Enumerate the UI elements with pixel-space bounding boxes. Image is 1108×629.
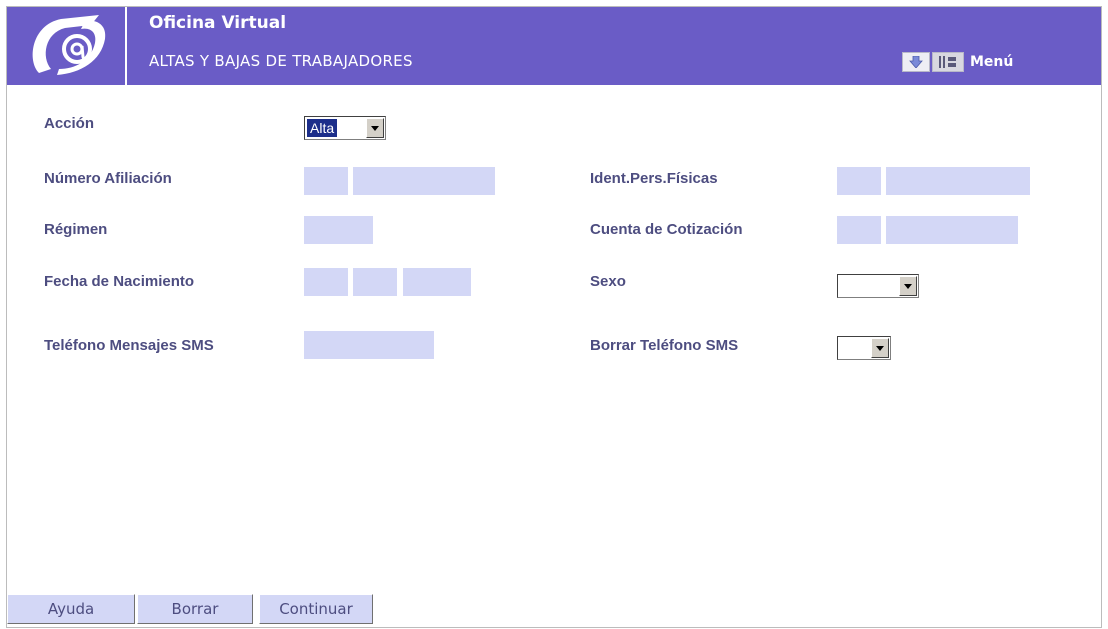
- regimen-field[interactable]: [304, 216, 373, 244]
- fecha-nacimiento-label: Fecha de Nacimiento: [44, 273, 195, 290]
- down-arrow-icon[interactable]: [902, 52, 930, 72]
- borrar-button[interactable]: Borrar: [137, 594, 253, 624]
- accion-label: Acción: [44, 115, 95, 132]
- continuar-button[interactable]: Continuar: [259, 594, 373, 624]
- fecha-nacimiento-year-field[interactable]: [403, 268, 471, 296]
- header-divider: [125, 7, 127, 85]
- numero-afiliacion-field-2[interactable]: [353, 167, 495, 195]
- borrar-telefono-sms-select[interactable]: [837, 336, 891, 360]
- tools-icon[interactable]: [932, 52, 964, 72]
- menu-button[interactable]: Menú: [902, 50, 1013, 74]
- at-sign-logo-icon: [21, 11, 115, 81]
- telefono-sms-label: Teléfono Mensajes SMS: [44, 337, 214, 354]
- numero-afiliacion-label: Número Afiliación: [44, 170, 172, 187]
- accion-selected-value: Alta: [305, 118, 339, 138]
- cuenta-cotizacion-field-2[interactable]: [886, 216, 1018, 244]
- ident-pers-fisicas-label: Ident.Pers.Físicas: [590, 170, 718, 187]
- ident-pers-fisicas-field-1[interactable]: [837, 167, 881, 195]
- accion-select[interactable]: Alta: [304, 116, 386, 140]
- telefono-sms-field[interactable]: [304, 331, 434, 359]
- app-title: Oficina Virtual: [149, 13, 287, 33]
- application-window: Oficina Virtual ALTAS Y BAJAS DE TRABAJA…: [6, 6, 1102, 628]
- cuenta-cotizacion-label: Cuenta de Cotización: [590, 221, 743, 238]
- sexo-select[interactable]: [837, 274, 919, 298]
- borrar-telefono-sms-label: Borrar Teléfono SMS: [590, 337, 739, 354]
- cuenta-cotizacion-field-1[interactable]: [837, 216, 881, 244]
- ayuda-button[interactable]: Ayuda: [7, 594, 135, 624]
- ident-pers-fisicas-field-2[interactable]: [886, 167, 1030, 195]
- page-subtitle: ALTAS Y BAJAS DE TRABAJADORES: [149, 52, 413, 70]
- numero-afiliacion-field-1[interactable]: [304, 167, 348, 195]
- chevron-down-icon[interactable]: [899, 276, 917, 296]
- menu-label[interactable]: Menú: [970, 54, 1013, 70]
- chevron-down-icon[interactable]: [871, 338, 889, 358]
- sexo-label: Sexo: [590, 273, 626, 290]
- regimen-label: Régimen: [44, 221, 108, 238]
- fecha-nacimiento-month-field[interactable]: [353, 268, 397, 296]
- header-bar: Oficina Virtual ALTAS Y BAJAS DE TRABAJA…: [7, 7, 1101, 85]
- chevron-down-icon[interactable]: [366, 118, 384, 138]
- fecha-nacimiento-day-field[interactable]: [304, 268, 348, 296]
